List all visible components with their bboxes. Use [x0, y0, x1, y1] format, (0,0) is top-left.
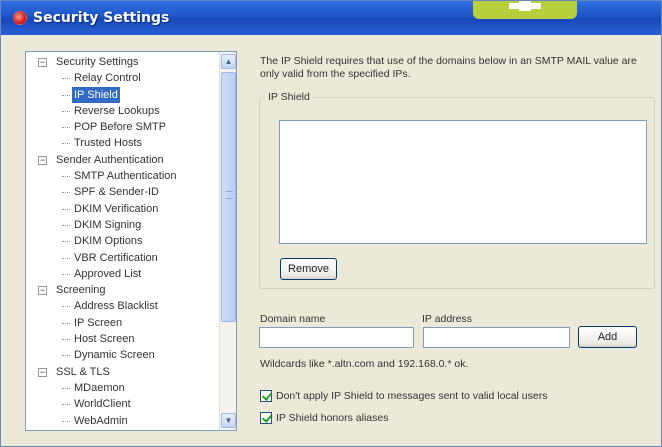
- tree-item[interactable]: − SSL & TLS: [26, 364, 220, 380]
- wildcards-hint: Wildcards like *.altn.com and 192.168.0.…: [260, 358, 469, 370]
- tree-item-label: Security Settings: [56, 56, 139, 68]
- tree-item-label: SMTP Authentication: [74, 170, 177, 183]
- tree-item[interactable]: Dynamic Screen: [26, 347, 220, 363]
- scrollbar-thumb[interactable]: [221, 72, 236, 322]
- scroll-up-arrow-icon[interactable]: ▲: [221, 54, 236, 69]
- tree-item[interactable]: VBR Certification: [26, 250, 220, 266]
- tree-connector-line: [62, 355, 70, 357]
- title-bar: Security Settings: [1, 1, 661, 35]
- scroll-down-arrow-icon[interactable]: ▼: [221, 413, 236, 428]
- tree-item[interactable]: POP Before SMTP: [26, 119, 220, 135]
- tree-connector-line: [62, 404, 70, 406]
- tree-item[interactable]: Relay Control: [26, 70, 220, 86]
- tree-item-label: SPF & Sender-ID: [74, 186, 159, 199]
- tree-item[interactable]: MDaemon: [26, 380, 220, 396]
- tree-connector-line: [62, 208, 70, 210]
- tree-item[interactable]: SMTP Authentication: [26, 168, 220, 184]
- tree-item[interactable]: IP Shield: [26, 86, 220, 103]
- tree-item-label: Relay Control: [74, 72, 141, 85]
- tree-item-label: Dynamic Screen: [74, 349, 155, 362]
- tree-item-label: SSL & TLS: [56, 365, 110, 378]
- security-settings-window: Security Settings − Security Settings Rela…: [0, 0, 662, 447]
- tree-item[interactable]: Reverse Lookups: [26, 103, 220, 119]
- tree-item[interactable]: Address Blacklist: [26, 298, 220, 314]
- plus-badge-icon: [473, 1, 577, 19]
- domain-name-label: Domain name: [260, 313, 326, 325]
- tree-item-label: POP Before SMTP: [74, 121, 167, 134]
- tree-item-label: DKIM Signing: [74, 218, 142, 231]
- tree-item[interactable]: Trusted Hosts: [26, 135, 220, 151]
- tree-item[interactable]: − Screening: [26, 282, 220, 298]
- tree-list: − Security Settings Relay Control IP Shield…: [26, 54, 220, 429]
- window-title: Security Settings: [33, 10, 170, 26]
- tree-item[interactable]: WebAdmin: [26, 413, 220, 429]
- tree-item[interactable]: Host Screen: [26, 331, 220, 347]
- tree-item-label: Screening: [56, 284, 106, 297]
- tree-item[interactable]: − Sender Authentication: [26, 152, 220, 168]
- tree-connector-line: [62, 257, 70, 259]
- tree-item-label: DKIM Verification: [74, 202, 159, 215]
- remove-button[interactable]: Remove: [280, 258, 337, 280]
- ip-shield-group-title: IP Shield: [265, 91, 313, 103]
- tree-connector-line: [62, 143, 70, 145]
- tree-collapse-icon[interactable]: −: [38, 155, 47, 165]
- tree-item-label: Sender Authentication: [56, 153, 164, 166]
- tree-item-label: DKIM Options: [74, 235, 143, 248]
- tree-item[interactable]: − Security Settings: [26, 54, 220, 70]
- tree-item-label: WorldClient: [74, 398, 131, 411]
- scrollbar-grip-icon: [226, 191, 233, 199]
- tree-connector-line: [62, 420, 70, 422]
- tree-connector-line: [62, 387, 70, 389]
- settings-tree[interactable]: − Security Settings Relay Control IP Shield…: [25, 51, 237, 431]
- tree-item[interactable]: DKIM Verification: [26, 201, 220, 217]
- tree-collapse-icon[interactable]: −: [38, 286, 47, 296]
- tree-connector-line: [62, 306, 70, 308]
- tree-item-label: Reverse Lookups: [74, 104, 160, 117]
- ip-address-label: IP address: [422, 313, 473, 325]
- tree-item-label: Trusted Hosts: [74, 137, 143, 150]
- checkbox-checked-icon[interactable]: [260, 412, 272, 424]
- tree-connector-line: [62, 78, 70, 80]
- tree-connector-line: [62, 273, 70, 275]
- checkbox-checked-icon[interactable]: [260, 390, 272, 402]
- tree-item-label: Host Screen: [74, 333, 135, 346]
- tree-item[interactable]: IP Screen: [26, 315, 220, 331]
- tree-item-label: IP Shield: [72, 86, 120, 103]
- tree-connector-line: [62, 94, 70, 96]
- tree-item[interactable]: Approved List: [26, 266, 220, 282]
- tree-connector-line: [62, 127, 70, 129]
- tree-connector-line: [62, 339, 70, 341]
- ip-shield-list[interactable]: [279, 120, 647, 244]
- tree-connector-line: [62, 192, 70, 194]
- tree-item-label: WebAdmin: [74, 414, 128, 427]
- tree-item[interactable]: DKIM Options: [26, 233, 220, 249]
- tree-connector-line: [62, 322, 70, 324]
- add-button[interactable]: Add: [578, 326, 637, 348]
- tree-collapse-icon[interactable]: −: [38, 58, 47, 67]
- tree-item-label: Approved List: [74, 267, 142, 280]
- tree-connector-line: [62, 110, 70, 112]
- tree-item[interactable]: DKIM Signing: [26, 217, 220, 233]
- app-shield-icon: [13, 11, 27, 25]
- ip-address-input[interactable]: [423, 327, 570, 348]
- tree-scrollbar[interactable]: ▲ ▼: [219, 52, 236, 430]
- tree-item-label: MDaemon: [74, 381, 125, 394]
- tree-connector-line: [62, 224, 70, 226]
- tree-item[interactable]: SPF & Sender-ID: [26, 184, 220, 200]
- domain-name-input[interactable]: [259, 327, 414, 348]
- tree-item-label: IP Screen: [74, 316, 123, 329]
- tree-connector-line: [62, 241, 70, 243]
- dont-apply-local-users-label: Don't apply IP Shield to messages sent t…: [276, 390, 548, 402]
- honors-aliases-label: IP Shield honors aliases: [276, 412, 389, 424]
- tree-item[interactable]: WorldClient: [26, 396, 220, 412]
- ip-shield-description: The IP Shield requires that use of the d…: [260, 55, 637, 80]
- tree-item-label: VBR Certification: [74, 251, 158, 264]
- tree-connector-line: [62, 176, 70, 178]
- tree-collapse-icon[interactable]: −: [38, 367, 47, 377]
- tree-item-label: Address Blacklist: [74, 300, 158, 313]
